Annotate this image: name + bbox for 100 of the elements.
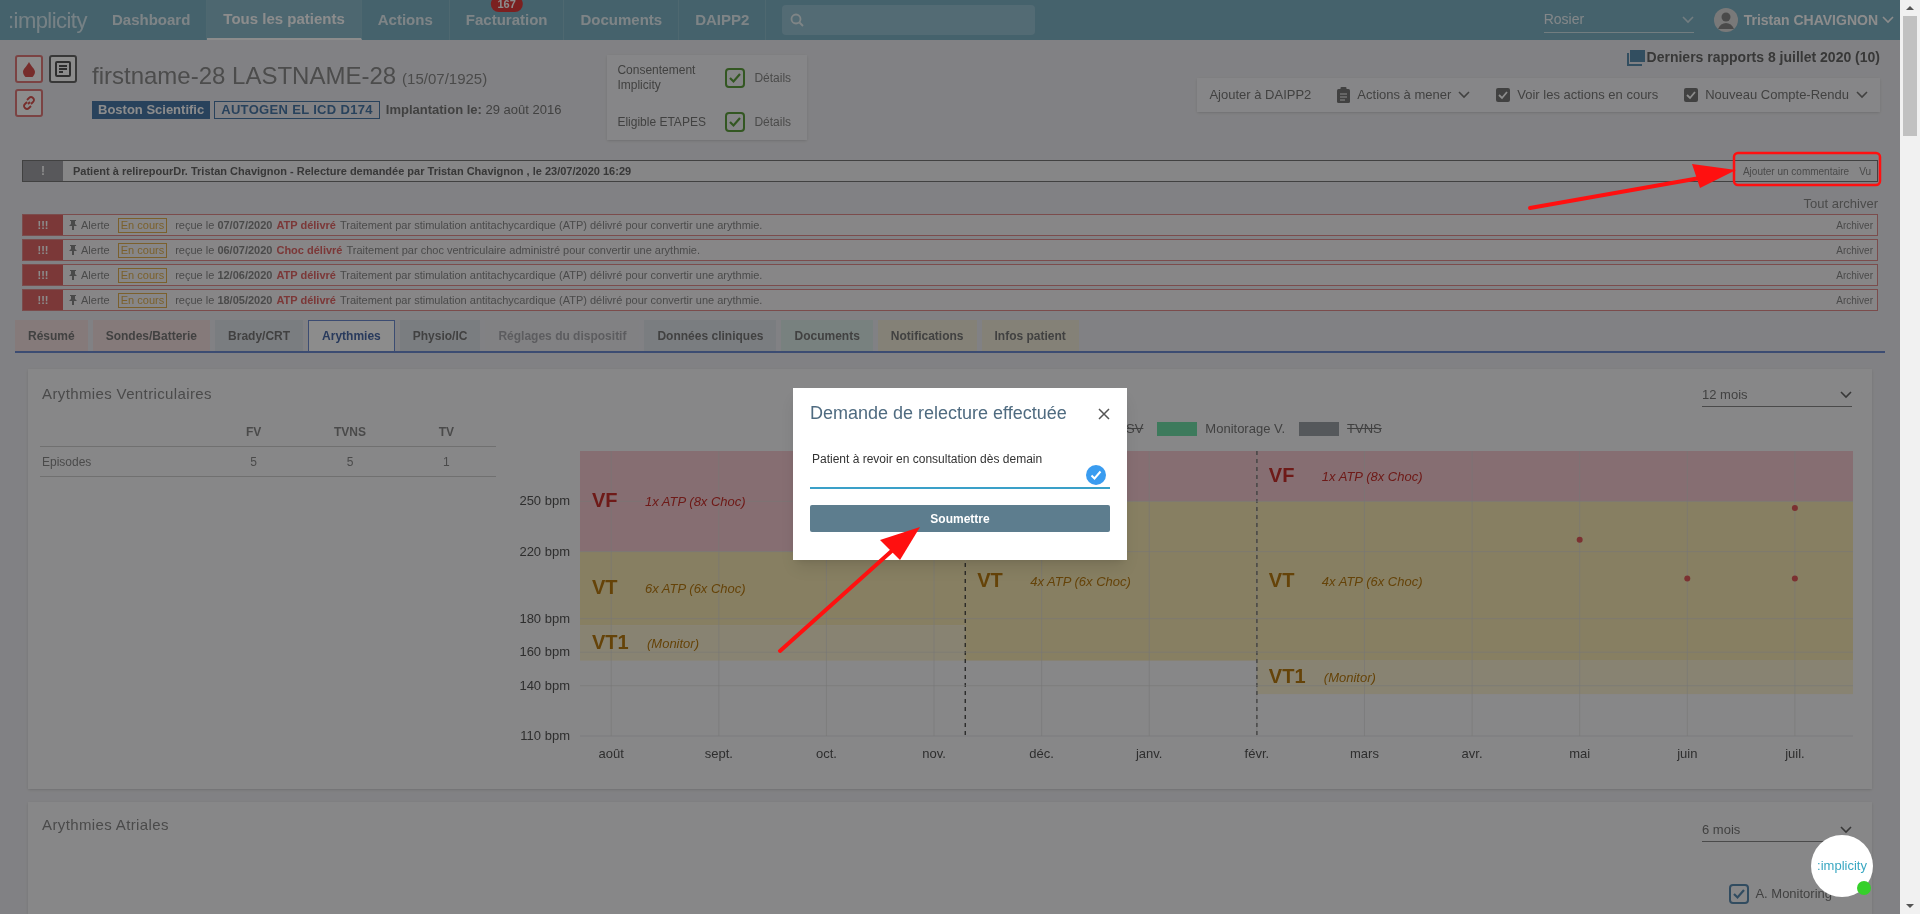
alert-date: reçue le 06/07/2020 [175, 242, 273, 258]
nav-item[interactable]: Documents [564, 0, 680, 40]
status-tag: En cours [117, 292, 168, 308]
alert-marker: !!! [23, 290, 63, 310]
zone-label: VT1 [592, 630, 629, 653]
period-select[interactable]: 12 mois [1702, 383, 1852, 407]
table-cell-text: 5 [345, 453, 355, 471]
blood-drop-button[interactable] [15, 55, 43, 83]
tab[interactable]: Infos patient [981, 320, 1079, 351]
implant-date: Implantation le: 29 août 2016 [385, 101, 562, 119]
details-link[interactable]: Détails [754, 113, 792, 131]
scroll-thumb[interactable] [1903, 16, 1917, 136]
zone-label: VT1 [1268, 665, 1306, 688]
chevron-down-icon [1856, 91, 1868, 99]
archive-button[interactable]: Archiver [1836, 292, 1873, 308]
tab[interactable]: Notifications [877, 320, 977, 351]
link-button[interactable] [15, 88, 43, 117]
clipboard-icon [1337, 87, 1351, 103]
site-select[interactable]: Rosier [1543, 7, 1694, 33]
zone-label: VF [1268, 464, 1295, 487]
y-tick-label: 140 bpm [519, 677, 570, 693]
x-tick-label: avr. [1461, 746, 1483, 761]
tab[interactable]: Documents [781, 320, 873, 351]
zone-note: 4x ATP (6x Choc) [1030, 573, 1131, 589]
user-menu[interactable]: Tristan CHAVIGNON [1743, 9, 1878, 31]
zone-note: 1x ATP (8x Choc) [645, 494, 746, 510]
details-link[interactable]: Détails [754, 69, 792, 87]
alert-description: Traitement par stimulation antitachycardique (ATP) délivré pour convertir une arythmie. [339, 217, 764, 233]
avatar-icon [1713, 8, 1738, 32]
link-icon [21, 94, 37, 111]
table-cell-text: 5 [249, 453, 259, 471]
checkbox[interactable] [725, 68, 746, 88]
patient-name: firstname-28 LASTNAME-28 [92, 61, 397, 91]
tab[interactable]: Arythmies [308, 320, 395, 351]
brand-tag: Boston Scientific [92, 100, 211, 119]
action-button[interactable]: Voir les actions en cours [1496, 85, 1659, 105]
eligibility-label: Eligible ETAPES [617, 114, 707, 130]
tab[interactable]: Résumé [15, 320, 88, 351]
action-button[interactable]: Actions à mener [1337, 85, 1471, 105]
zone-note: (Monitor) [1323, 670, 1376, 686]
submit-button[interactable]: Soumettre [810, 505, 1110, 532]
x-tick-label: oct. [815, 746, 837, 761]
alert-event: ATP délivré [276, 217, 336, 233]
panel-title: Arythmies Ventriculaires [42, 384, 212, 404]
alert-date: reçue le 12/06/2020 [175, 267, 273, 283]
zone-note: 4x ATP (6x Choc) [1321, 573, 1423, 589]
close-icon[interactable] [1098, 407, 1110, 420]
archive-button[interactable]: Archiver [1836, 217, 1873, 233]
document-icon [54, 61, 71, 77]
alert-description: Traitement par choc ventriculaire administré pour convertir une arythmie. [346, 242, 702, 258]
status-tag: En cours [117, 217, 168, 233]
pin-icon [69, 245, 77, 255]
chevron-down-icon [1458, 91, 1471, 99]
column-header: TV [437, 423, 455, 441]
tab[interactable]: Sondes/Batterie [92, 320, 211, 351]
seen-button[interactable]: Vu [1853, 163, 1877, 179]
pin-icon [69, 295, 77, 305]
x-tick-label: juil. [1785, 746, 1805, 761]
eligibility-label: Consentement Implicity [617, 63, 697, 93]
tab[interactable]: Brady/CRT [215, 320, 304, 351]
checkbox[interactable] [725, 112, 746, 132]
comment-field[interactable]: Patient à revoir en consultation dès demain [810, 443, 1110, 489]
chevron-down-icon [1840, 825, 1852, 834]
search-field[interactable] [782, 5, 1036, 35]
pdf-icon [1626, 49, 1645, 66]
banner-marker: ! [23, 161, 63, 181]
latest-reports-link[interactable]: Derniers rapports 8 juillet 2020 (10) [1646, 47, 1880, 68]
document-button[interactable] [48, 55, 77, 83]
column-header: TVNS [333, 423, 367, 441]
legend-label[interactable]: Monitorage V. [1205, 419, 1286, 439]
action-button[interactable]: Ajouter à DAIPP2 [1209, 85, 1312, 105]
nav-item[interactable]: DAIPP2 [679, 0, 767, 40]
y-tick-label: 110 bpm [520, 728, 570, 743]
y-tick-label: 220 bpm [519, 543, 570, 559]
x-tick-label: mai [1569, 746, 1591, 761]
chevron-down-icon [1882, 16, 1894, 24]
alert-type: Alerte [81, 292, 110, 308]
archive-button[interactable]: Archiver [1836, 267, 1873, 283]
drop-icon [23, 61, 35, 77]
archive-button[interactable]: Archiver [1836, 242, 1873, 258]
alert-description: Traitement par stimulation antitachycardique (ATP) délivré pour convertir une arythmie. [339, 292, 764, 308]
tab[interactable]: Physio/IC [399, 320, 481, 351]
episode-point [1576, 536, 1583, 543]
checkbox[interactable] [1729, 884, 1750, 904]
y-tick-label: 250 bpm [519, 493, 570, 509]
scrollbar[interactable] [1900, 0, 1920, 914]
pin-icon [69, 270, 77, 280]
legend-label[interactable]: TVNS [1347, 419, 1382, 439]
nav-item[interactable]: Tous les patients [207, 0, 362, 40]
legend-label[interactable]: SV [1126, 419, 1144, 439]
action-button[interactable]: Nouveau Compte-Rendu [1684, 85, 1868, 105]
tab[interactable]: Données cliniques [644, 320, 777, 351]
alert-event: ATP délivré [276, 292, 336, 308]
x-tick-label: mars [1350, 746, 1379, 761]
search-icon [790, 13, 805, 27]
zone-label: VT [592, 576, 618, 599]
episode-point [1791, 505, 1798, 511]
alert-type: Alerte [81, 267, 110, 283]
archive-all-link[interactable]: Tout archiver [1803, 194, 1878, 210]
zone-note: (Monitor) [647, 635, 699, 651]
